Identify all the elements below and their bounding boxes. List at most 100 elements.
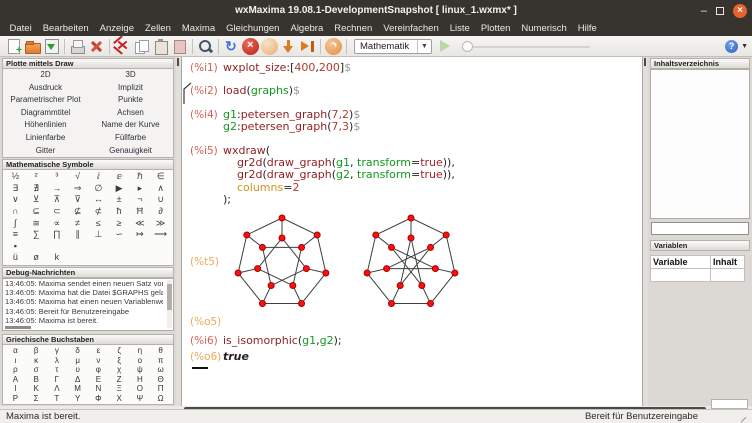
math-symbol-button[interactable]: ∧ — [150, 183, 171, 195]
menu-numerisch[interactable]: Numerisch — [516, 21, 572, 36]
greek-letter-button[interactable]: P — [5, 394, 26, 404]
greek-letter-button[interactable]: N — [88, 384, 109, 394]
greek-letter-button[interactable]: δ — [67, 346, 88, 356]
greek-letter-button[interactable]: χ — [109, 365, 130, 375]
draw-button-genauigkeit[interactable]: Genauigkeit — [88, 145, 173, 158]
math-symbol-button[interactable]: ≫ — [150, 218, 171, 230]
debug-vertical-scrollbar-thumb[interactable] — [167, 284, 172, 310]
variables-empty-cell[interactable] — [651, 269, 711, 282]
math-symbol-button[interactable]: ↔ — [88, 194, 109, 206]
evaluate-ball-icon[interactable] — [261, 38, 278, 55]
math-symbol-button[interactable]: ħ — [109, 206, 130, 218]
math-symbol-button[interactable]: ≡ — [5, 229, 26, 241]
cell-code[interactable]: wxplot_size:[400,200]$ — [223, 62, 642, 74]
greek-letter-button[interactable]: K — [26, 384, 47, 394]
print-icon[interactable] — [69, 38, 86, 55]
greek-letter-button[interactable]: ε — [88, 346, 109, 356]
greek-letter-button[interactable]: ι — [5, 356, 26, 366]
save-icon[interactable] — [43, 38, 60, 55]
jump-to-input-icon[interactable] — [299, 38, 316, 55]
math-symbol-button[interactable]: ⊂ — [47, 206, 68, 218]
greek-letter-button[interactable]: ψ — [130, 365, 151, 375]
greek-letter-button[interactable]: H — [130, 375, 151, 385]
draw-button-2d[interactable]: 2D — [3, 69, 88, 82]
greek-letter-button[interactable]: Ψ — [130, 394, 151, 404]
title-bar[interactable]: wxMaxima 19.08.1-DevelopmentSnapshot [ l… — [0, 0, 752, 21]
math-symbol-button[interactable]: ∝ — [47, 218, 68, 230]
draw-button-implizit[interactable]: Implizit — [88, 82, 173, 95]
greek-letter-button[interactable]: Ω — [150, 394, 171, 404]
math-symbol-button[interactable]: ≅ — [26, 218, 47, 230]
menu-plotten[interactable]: Plotten — [475, 21, 516, 36]
math-symbol-button[interactable]: ∪ — [150, 194, 171, 206]
greek-letter-button[interactable]: φ — [88, 365, 109, 375]
cut-icon[interactable] — [114, 38, 131, 55]
code-line[interactable]: true — [223, 351, 642, 363]
greek-letter-button[interactable]: υ — [67, 365, 88, 375]
math-symbol-button[interactable]: ↦ — [130, 229, 151, 241]
draw-button-punkte[interactable]: Punkte — [88, 94, 173, 107]
math-symbol-button[interactable]: ∥ — [67, 229, 88, 241]
animation-slider[interactable] — [462, 39, 590, 54]
greek-letter-button[interactable]: ω — [150, 365, 171, 375]
math-symbol-button[interactable]: ≠ — [67, 218, 88, 230]
minimize-button[interactable]: – — [701, 7, 707, 15]
greek-letter-button[interactable]: η — [130, 346, 151, 356]
math-symbol-button[interactable]: ½ — [5, 171, 26, 183]
right-splitter[interactable] — [643, 57, 648, 406]
menu-zellen[interactable]: Zellen — [139, 21, 176, 36]
greek-letter-button[interactable]: Y — [67, 394, 88, 404]
math-symbol-button[interactable]: ▶ — [109, 183, 130, 195]
draw-button-gitter[interactable]: Gitter — [3, 145, 88, 158]
menu-rechnen[interactable]: Rechnen — [329, 21, 378, 36]
math-symbol-button[interactable]: ⟶ — [150, 229, 171, 241]
code-line[interactable]: g2:petersen_graph(7,3)$ — [223, 121, 642, 133]
math-symbol-button[interactable]: ø — [26, 252, 47, 264]
restart-maxima-icon[interactable] — [223, 38, 240, 55]
cell-code[interactable]: wxdraw( gr2d(draw_graph(g1, transform=tr… — [223, 145, 642, 207]
greek-letter-button[interactable]: θ — [150, 346, 171, 356]
greek-letter-button[interactable]: μ — [67, 356, 88, 366]
math-symbol-button[interactable]: ³ — [47, 171, 68, 183]
greek-letter-button[interactable]: I — [5, 384, 26, 394]
menu-anzeige[interactable]: Anzeige — [94, 21, 139, 36]
greek-letter-button[interactable]: ζ — [109, 346, 130, 356]
draw-button-name-der-kurve[interactable]: Name der Kurve — [88, 119, 173, 132]
greek-letter-button[interactable]: E — [88, 375, 109, 385]
greek-letter-button[interactable]: β — [26, 346, 47, 356]
greek-letter-button[interactable]: A — [5, 375, 26, 385]
greek-letter-button[interactable]: O — [130, 384, 151, 394]
greek-letter-button[interactable]: Σ — [26, 394, 47, 404]
math-symbol-button[interactable]: ⊽ — [67, 194, 88, 206]
draw-button-h-henlinien[interactable]: Höhenlinien — [3, 119, 88, 132]
menu-datei[interactable]: Datei — [4, 21, 37, 36]
greek-letter-button[interactable]: X — [109, 394, 130, 404]
greek-letter-button[interactable]: Δ — [67, 375, 88, 385]
math-symbol-button[interactable]: ∂ — [150, 206, 171, 218]
mode-select[interactable]: Mathematik ▼ — [354, 39, 432, 54]
draw-button-f-llfarbe[interactable]: Füllfarbe — [88, 132, 173, 145]
preferences-icon[interactable] — [88, 38, 105, 55]
cell-code[interactable]: g1:petersen_graph(7,2)$g2:petersen_graph… — [223, 109, 642, 134]
math-symbol-button[interactable]: Ħ — [130, 206, 151, 218]
math-symbol-button[interactable]: k — [47, 252, 68, 264]
help-icon[interactable]: ? — [725, 40, 738, 53]
math-symbol-button[interactable]: ⊻ — [26, 194, 47, 206]
greek-letter-button[interactable]: ν — [88, 356, 109, 366]
code-line[interactable]: wxplot_size:[400,200]$ — [223, 62, 642, 74]
math-symbol-button[interactable]: ¬ — [130, 194, 151, 206]
input-cursor[interactable] — [192, 367, 208, 369]
debug-horizontal-scrollbar-thumb[interactable] — [5, 326, 31, 329]
worksheet[interactable]: (%i1)wxplot_size:[400,200]$(%i2)load(gra… — [182, 57, 642, 369]
greek-letter-button[interactable]: T — [47, 394, 68, 404]
math-symbol-button[interactable]: √ — [67, 171, 88, 183]
menu-algebra[interactable]: Algebra — [285, 21, 329, 36]
greek-letter-button[interactable]: λ — [47, 356, 68, 366]
code-line[interactable]: ); — [223, 194, 642, 206]
greek-letter-button[interactable]: Φ — [88, 394, 109, 404]
math-symbol-button[interactable]: ≥ — [109, 218, 130, 230]
math-symbol-button[interactable]: ≪ — [130, 218, 151, 230]
math-symbol-button[interactable]: ⅈ — [88, 171, 109, 183]
math-symbol-button[interactable]: ∩ — [5, 206, 26, 218]
toolbar-overflow-icon[interactable]: ▼ — [741, 43, 748, 50]
